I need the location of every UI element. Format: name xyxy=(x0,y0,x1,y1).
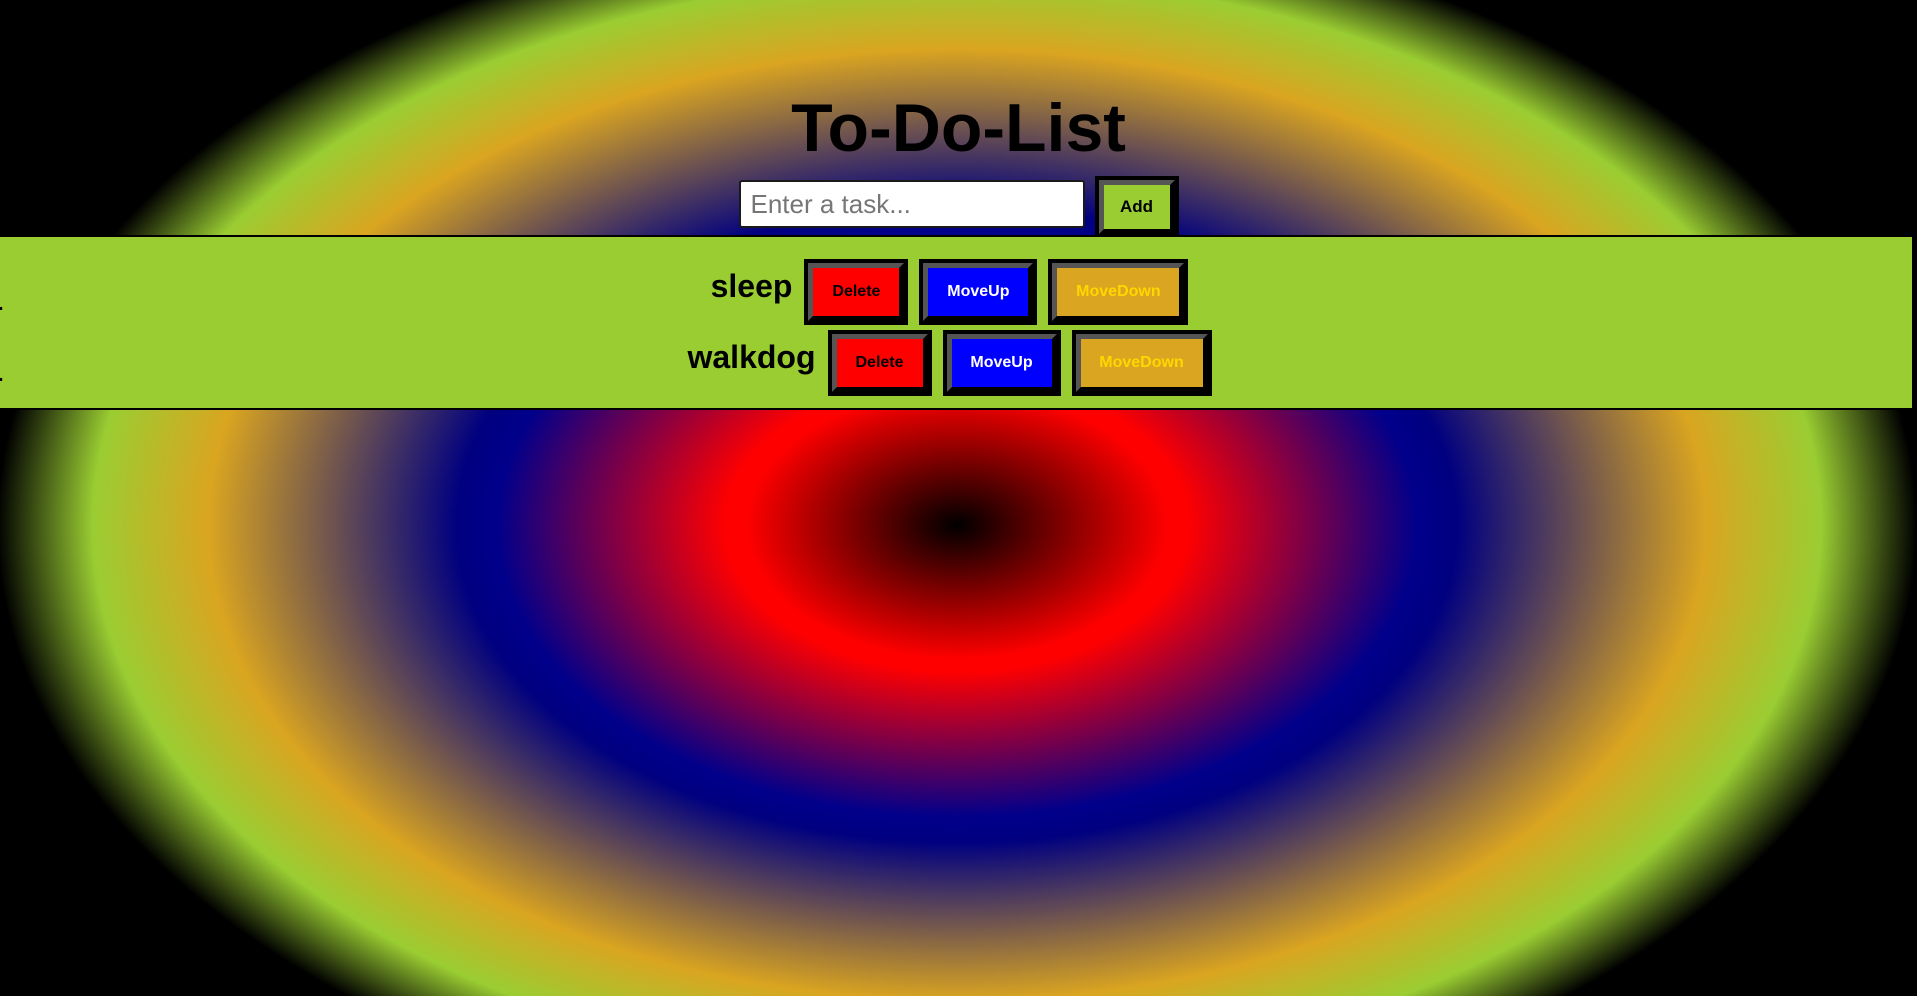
list-bullet: . xyxy=(0,364,4,387)
add-button[interactable]: Add xyxy=(1094,176,1179,238)
list-bullet: . xyxy=(0,293,4,316)
delete-button[interactable]: Delete xyxy=(827,330,932,396)
task-name: walkdog xyxy=(687,338,816,375)
page-title: To-Do-List xyxy=(791,90,1126,166)
task-input[interactable] xyxy=(738,180,1085,228)
move-down-button[interactable]: MoveDown xyxy=(1048,259,1189,325)
move-down-button[interactable]: MoveDown xyxy=(1071,330,1212,396)
delete-button[interactable]: Delete xyxy=(804,259,909,325)
task-list: . sleep Delete MoveUp MoveDown . walkdog… xyxy=(0,235,1914,410)
list-item: . walkdog Delete MoveUp MoveDown xyxy=(0,330,1912,396)
list-item: . sleep Delete MoveUp MoveDown xyxy=(0,259,1912,325)
task-name: sleep xyxy=(710,267,793,304)
move-up-button[interactable]: MoveUp xyxy=(919,259,1038,325)
task-input-row: Add xyxy=(0,170,1917,238)
move-up-button[interactable]: MoveUp xyxy=(942,330,1061,396)
